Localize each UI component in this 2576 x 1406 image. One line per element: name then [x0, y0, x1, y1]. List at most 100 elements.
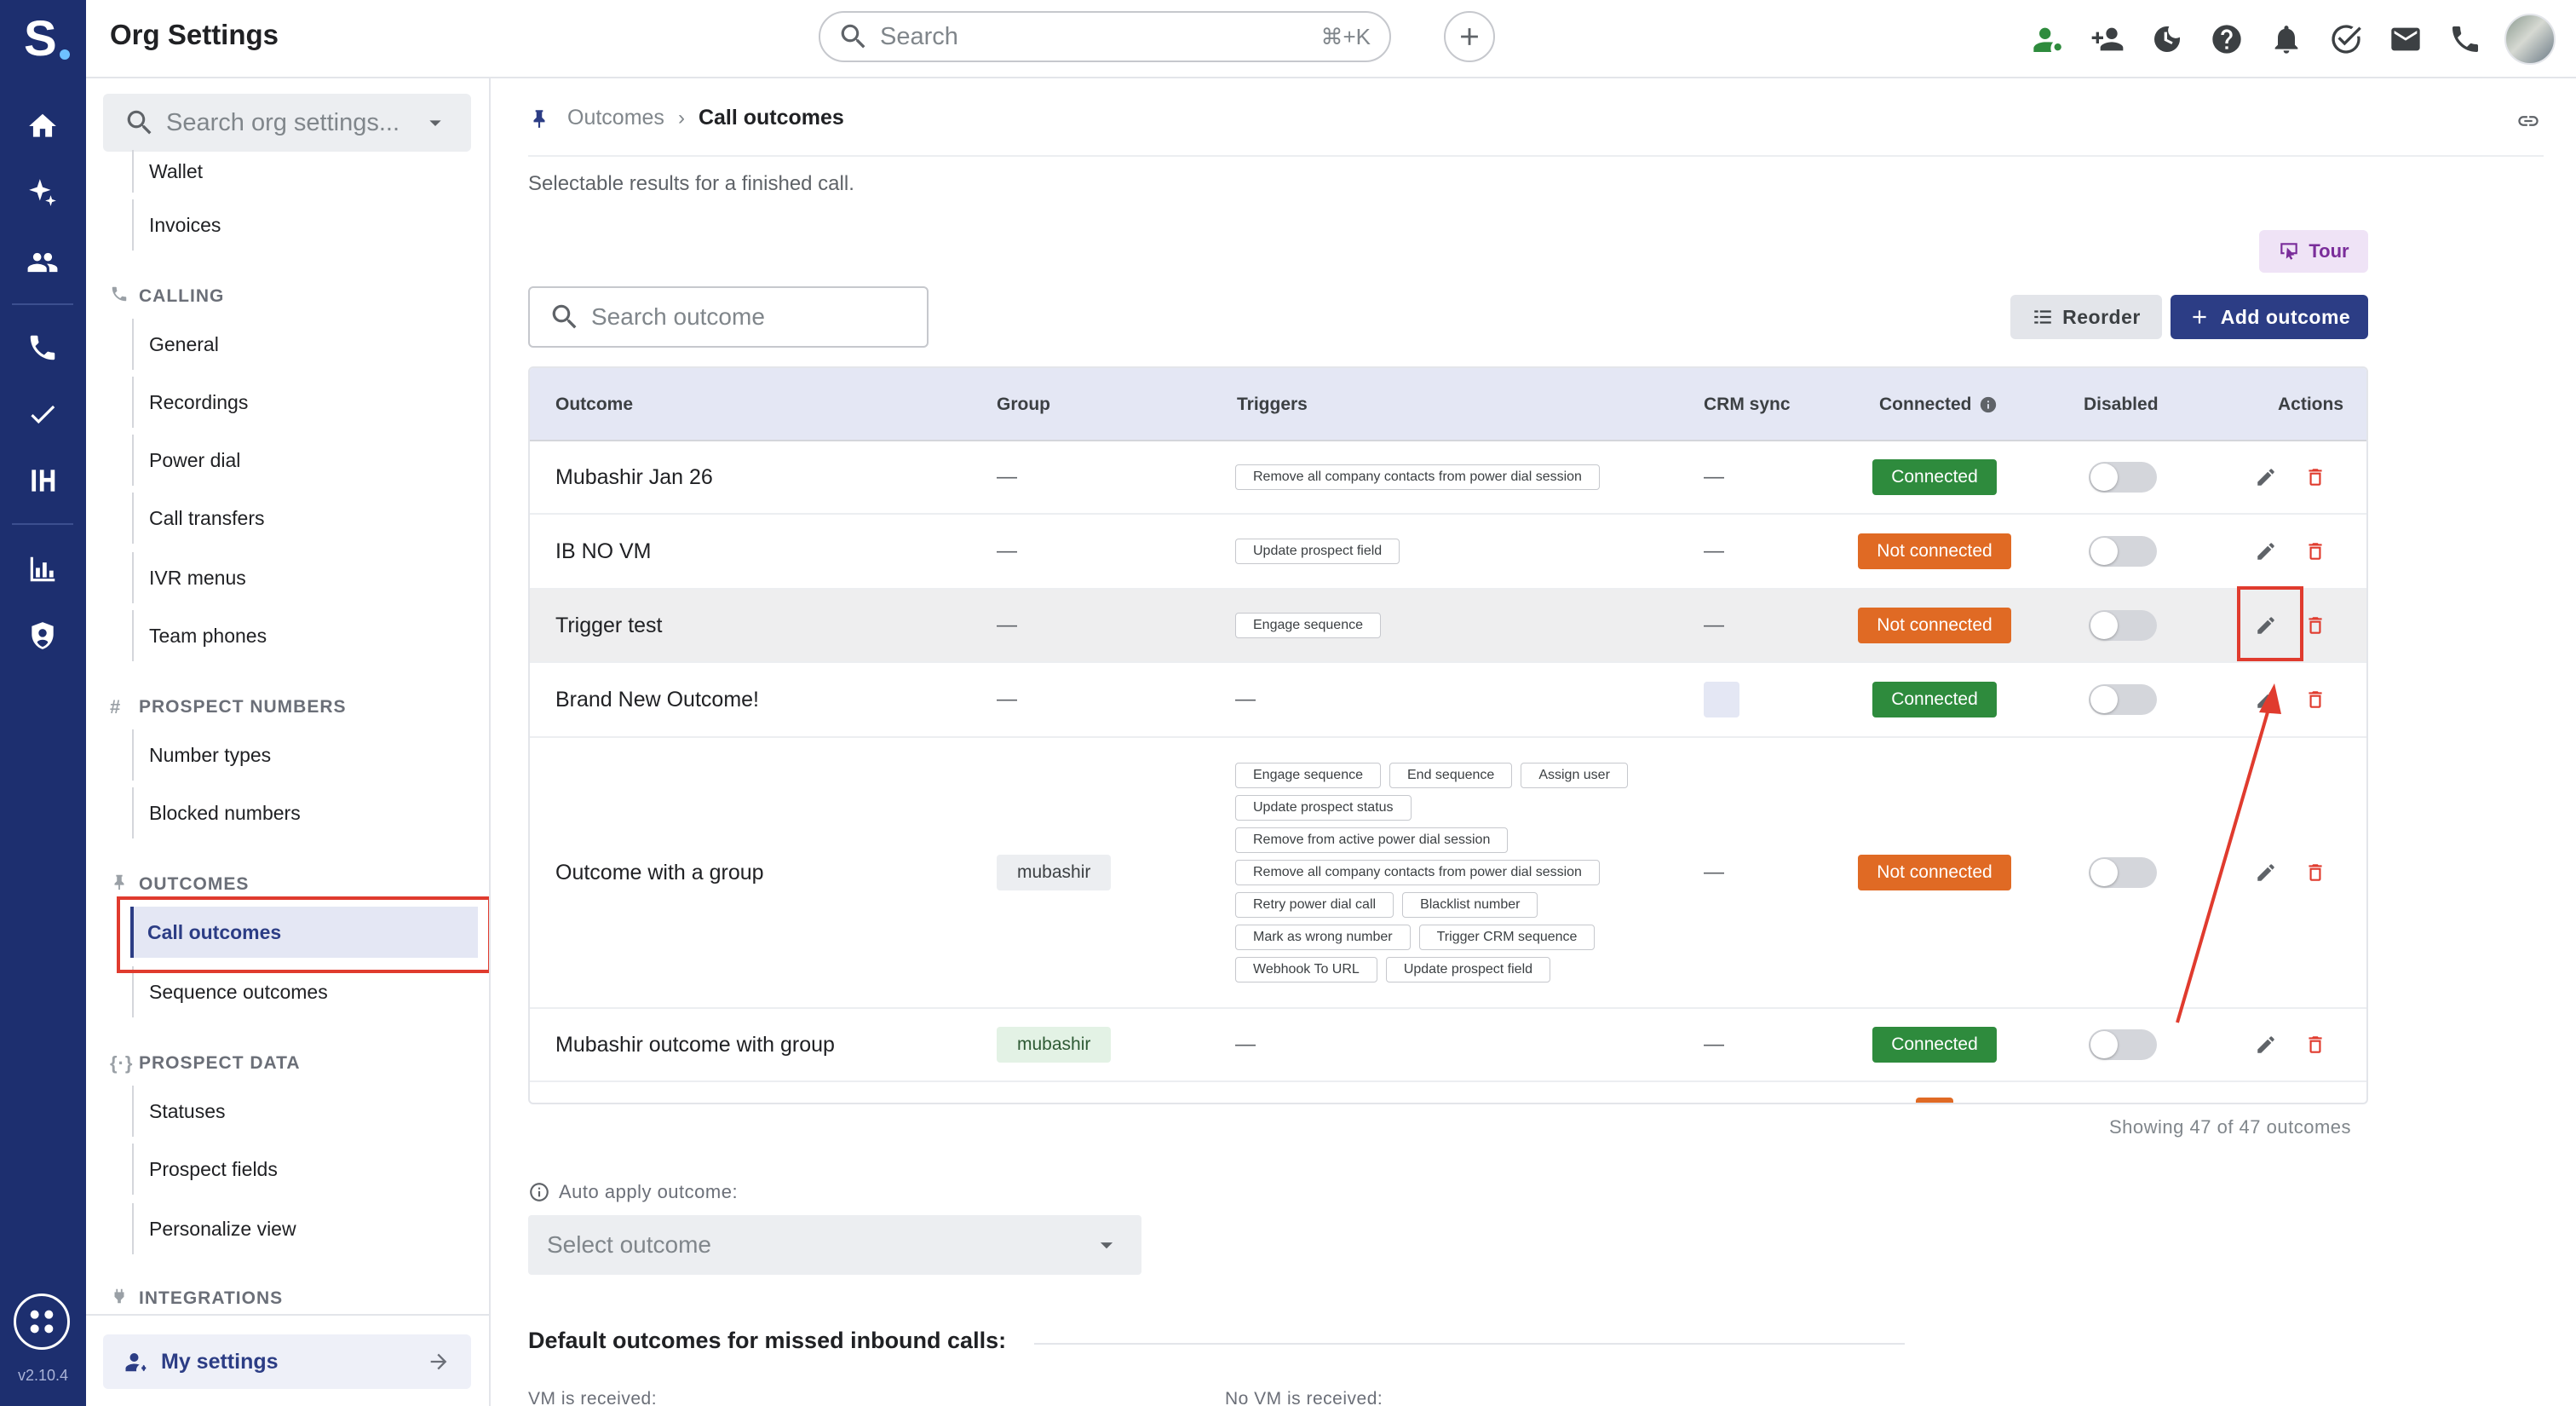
table-row[interactable]: Outcome with a group mubashir Engage seq…: [530, 738, 2366, 1009]
edit-icon[interactable]: [2249, 534, 2283, 568]
delete-icon[interactable]: [2298, 460, 2332, 494]
people-icon[interactable]: [22, 242, 63, 283]
section-integrations: INTEGRATIONS: [110, 1282, 283, 1316]
sequence-icon[interactable]: [22, 460, 63, 501]
trigger-chip: Retry power dial call: [1235, 892, 1394, 918]
delete-icon[interactable]: [2298, 534, 2332, 568]
nav-item-recordings[interactable]: Recordings: [132, 377, 473, 428]
outcome-name: Mubashir Jan 26: [555, 464, 713, 489]
nav-item-power-dial[interactable]: Power dial: [132, 435, 473, 486]
table-row[interactable]: Mubashir outcome with group mubashir — —…: [530, 1009, 2366, 1082]
mail-icon[interactable]: [2385, 15, 2426, 63]
table-row[interactable]: Trigger test — Engage sequence — Not con…: [530, 590, 2366, 663]
global-search-input[interactable]: Search ⌘+K: [819, 11, 1391, 62]
outcome-group: —: [997, 688, 1017, 711]
nav-item-label: Personalize view: [149, 1217, 296, 1240]
nav-item-number-types[interactable]: Number types: [132, 729, 473, 781]
tour-button[interactable]: Tour: [2259, 230, 2368, 273]
support-icon[interactable]: [14, 1294, 70, 1350]
disabled-toggle[interactable]: [2089, 684, 2157, 715]
trigger-chip: Update prospect status: [1235, 795, 1412, 821]
annotation-arrow: [2176, 683, 2281, 1023]
disabled-cell: [2089, 515, 2157, 588]
org-settings-search-input[interactable]: Search org settings...: [103, 94, 471, 152]
disabled-cell: [2089, 441, 2157, 513]
disabled-toggle[interactable]: [2089, 610, 2157, 641]
column-header-group[interactable]: Group: [997, 368, 1050, 441]
main-content: Outcomes › Call outcomes Selectable resu…: [492, 78, 2576, 1406]
column-header-connected[interactable]: Connected: [1879, 368, 1998, 441]
section-title: PROSPECT DATA: [139, 1053, 301, 1073]
cursor-screen-icon: [2280, 243, 2298, 260]
tasks-check-icon[interactable]: [2326, 15, 2366, 63]
quick-add-button[interactable]: [1444, 11, 1495, 62]
column-header-triggers[interactable]: Triggers: [1237, 368, 1308, 441]
user-avatar[interactable]: [2504, 14, 2556, 65]
disabled-toggle[interactable]: [2089, 536, 2157, 567]
app-logo[interactable]: S: [24, 12, 70, 66]
chevron-down-icon: [1100, 1242, 1113, 1249]
nav-item-team-phones[interactable]: Team phones: [132, 610, 473, 661]
edit-icon[interactable]: [2249, 460, 2283, 494]
delete-icon[interactable]: [2298, 1028, 2332, 1062]
nav-item-call-transfers[interactable]: Call transfers: [132, 493, 473, 544]
nav-item-label: Call transfers: [149, 506, 265, 529]
table-row-partial[interactable]: [530, 1082, 2366, 1103]
trigger-chip: Assign user: [1521, 763, 1628, 788]
column-header-crm-sync[interactable]: CRM sync: [1704, 368, 1791, 441]
chevron-down-icon[interactable]: [422, 109, 449, 136]
nav-item-invoices[interactable]: Invoices: [132, 199, 473, 251]
breadcrumb-outcomes[interactable]: Outcomes: [567, 106, 664, 130]
add-outcome-button[interactable]: Add outcome: [2171, 295, 2368, 339]
org-search-placeholder: Search org settings...: [166, 108, 400, 136]
nav-item-sequence-outcomes[interactable]: Sequence outcomes: [132, 966, 473, 1017]
column-header-actions: Actions: [2278, 395, 2344, 414]
disabled-toggle[interactable]: [2089, 857, 2157, 888]
person-status-icon[interactable]: [2027, 15, 2068, 63]
status-badge: Not connected: [1858, 608, 2011, 643]
table-row[interactable]: IB NO VM — Update prospect field — Not c…: [530, 515, 2366, 590]
phone-icon[interactable]: [2445, 15, 2486, 63]
vm-received-label: VM is received:: [528, 1389, 658, 1406]
chevron-right-icon: ›: [677, 106, 685, 130]
group-chip: mubashir: [997, 855, 1112, 890]
table-row[interactable]: Brand New Outcome! — — Connected: [530, 663, 2366, 738]
nav-item-personalize-view[interactable]: Personalize view: [132, 1203, 473, 1254]
nav-item-ivr-menus[interactable]: IVR menus: [132, 552, 473, 603]
outcome-search-input[interactable]: Search outcome: [528, 286, 929, 348]
info-icon[interactable]: [528, 1181, 550, 1203]
table-row[interactable]: Mubashir Jan 26 — Remove all company con…: [530, 441, 2366, 515]
home-icon[interactable]: [22, 106, 63, 147]
nav-item-blocked-numbers[interactable]: Blocked numbers: [132, 787, 473, 838]
delete-icon[interactable]: [2298, 683, 2332, 717]
nav-item-prospect-fields[interactable]: Prospect fields: [132, 1144, 473, 1195]
bell-icon[interactable]: [2266, 15, 2307, 63]
section-divider: [1034, 1343, 1905, 1345]
info-icon[interactable]: [1979, 395, 1998, 414]
disabled-toggle[interactable]: [2089, 462, 2157, 493]
phone-icon[interactable]: [22, 327, 63, 368]
dnd-moon-icon[interactable]: [2147, 15, 2188, 63]
check-icon[interactable]: [22, 394, 63, 435]
reorder-button[interactable]: Reorder: [2010, 295, 2162, 339]
delete-icon[interactable]: [2298, 608, 2332, 642]
nav-item-wallet[interactable]: Wallet: [132, 150, 473, 193]
nav-item-statuses[interactable]: Statuses: [132, 1086, 473, 1137]
hash-icon: #: [110, 696, 122, 717]
analytics-icon[interactable]: [22, 549, 63, 590]
my-settings-button[interactable]: My settings: [103, 1334, 471, 1389]
auto-apply-select[interactable]: Select outcome: [528, 1215, 1141, 1275]
nav-item-label: IVR menus: [149, 566, 246, 589]
help-icon[interactable]: [2206, 15, 2247, 63]
edit-icon[interactable]: [2249, 1028, 2283, 1062]
nav-item-general[interactable]: General: [132, 319, 473, 370]
column-header-outcome[interactable]: Outcome: [555, 368, 633, 441]
crm-sync-cell: [1704, 663, 1739, 736]
disabled-toggle[interactable]: [2089, 1029, 2157, 1060]
shield-icon[interactable]: [22, 615, 63, 656]
link-icon[interactable]: [2516, 109, 2540, 133]
ai-sparkle-icon[interactable]: [22, 172, 63, 213]
column-header-disabled[interactable]: Disabled: [2084, 368, 2159, 441]
add-people-icon[interactable]: [2087, 15, 2128, 63]
delete-icon[interactable]: [2298, 856, 2332, 890]
